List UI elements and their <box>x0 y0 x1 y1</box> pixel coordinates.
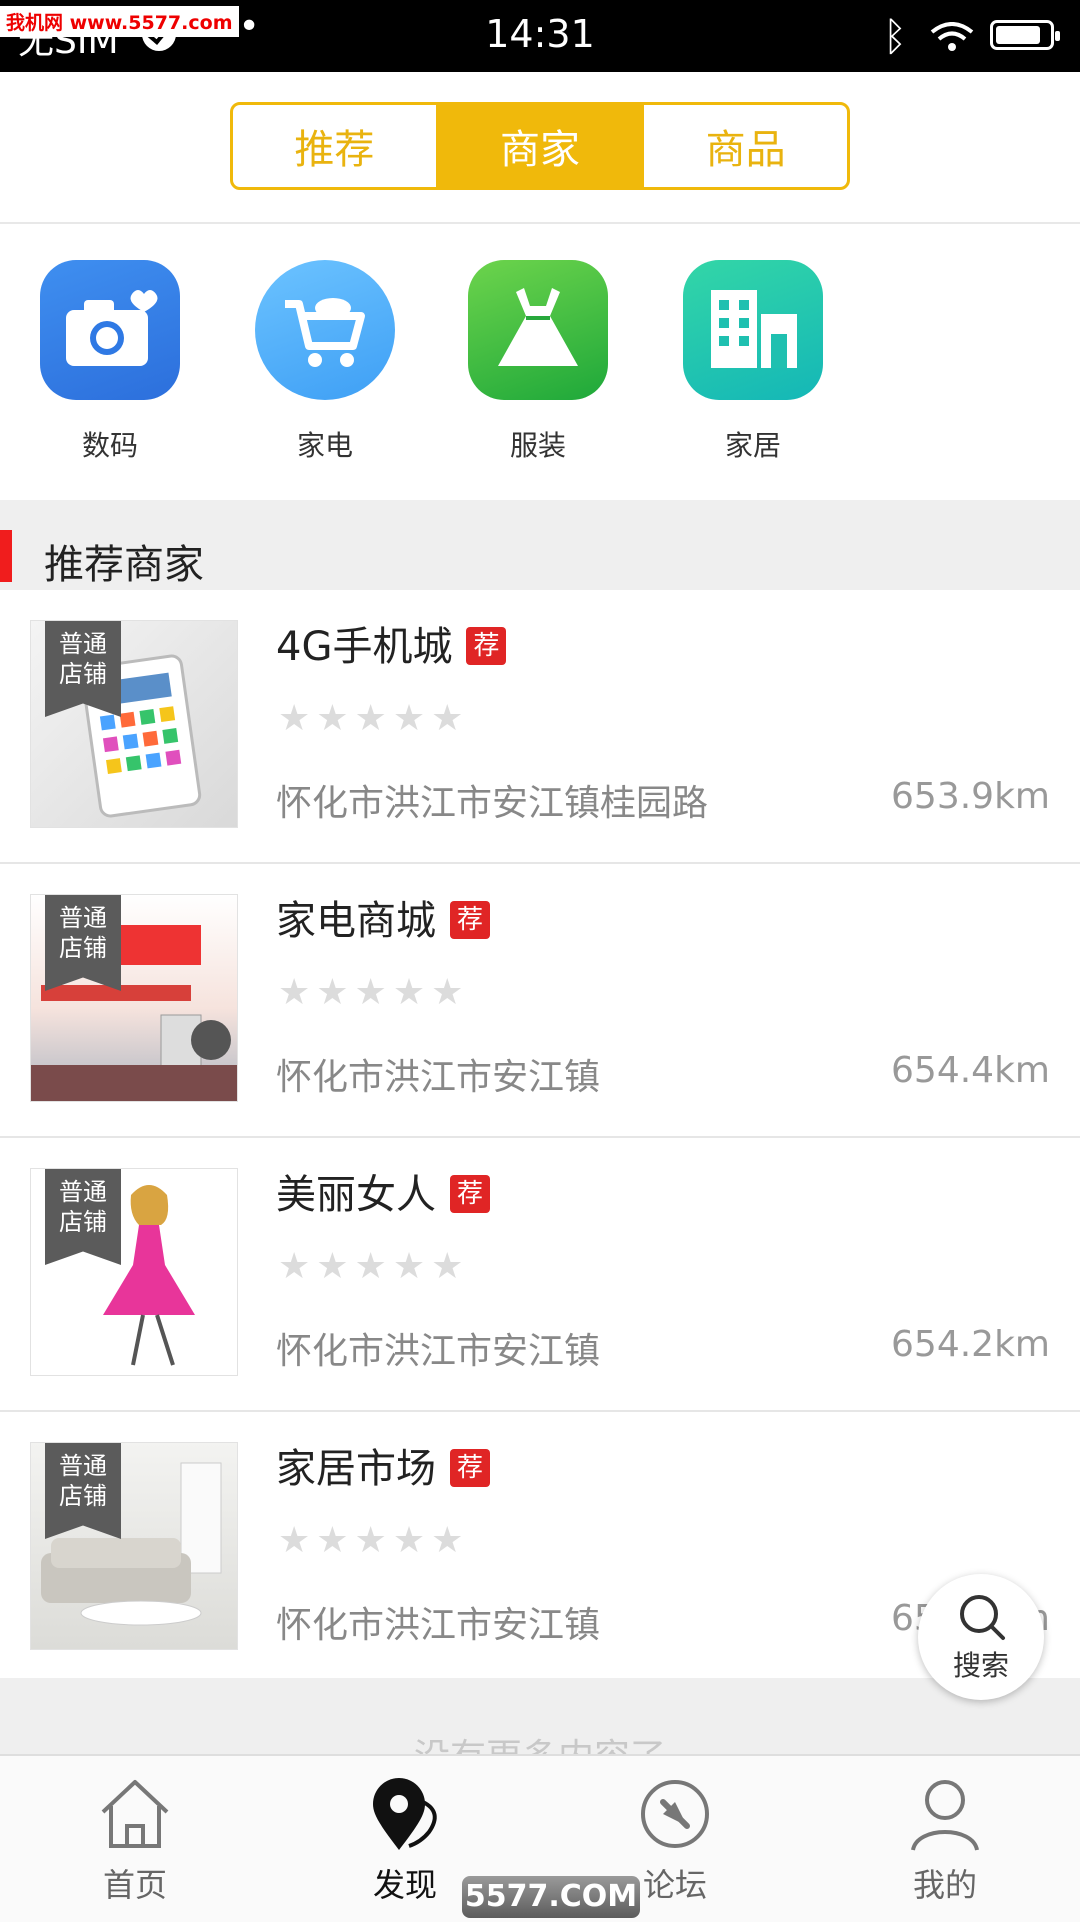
recommend-badge: 荐 <box>450 1175 491 1213</box>
store-type-ribbon: 普通 店铺 <box>45 895 121 991</box>
nav-home[interactable]: 首页 <box>0 1756 270 1922</box>
category-label: 家居 <box>724 429 781 462</box>
category-label: 数码 <box>81 429 138 462</box>
battery-icon <box>990 20 1060 50</box>
search-label: 搜索 <box>952 1649 1009 1682</box>
store-type-ribbon: 普通 店铺 <box>45 1443 121 1539</box>
merchant-row[interactable]: 普通 店铺 家电商城荐 ★★★★★ 怀化市洪江市安江镇 654.4km <box>0 864 1080 1138</box>
dress-icon <box>468 260 608 400</box>
rating-stars: ★★★★★ <box>278 972 470 1013</box>
nav-label: 首页 <box>102 1866 167 1904</box>
tab-recommend[interactable]: 推荐 <box>233 105 436 187</box>
merchant-address: 怀化市洪江市安江镇 <box>276 1331 601 1372</box>
category-appliance[interactable]: 家电 <box>245 260 405 464</box>
camera-icon <box>40 260 180 400</box>
merchant-name-text: 家电商城 <box>276 898 436 944</box>
merchant-distance: 654.4km <box>891 1050 1050 1091</box>
watermark-label: 我机网 www.5577.com <box>0 6 239 37</box>
recommend-badge: 荐 <box>450 901 491 939</box>
bluetooth-icon: ᛒ <box>883 14 907 60</box>
category-digital[interactable]: 数码 <box>30 260 190 464</box>
merchant-name-text: 家居市场 <box>276 1446 436 1492</box>
user-icon <box>911 1780 979 1851</box>
rating-stars: ★★★★★ <box>278 698 470 739</box>
merchant-row[interactable]: 普通 店铺 4G手机城荐 ★★★★★ 怀化市洪江市安江镇桂园路 653.9km <box>0 590 1080 864</box>
merchant-name-text: 美丽女人 <box>276 1172 436 1218</box>
store-type-ribbon: 普通 店铺 <box>45 621 121 717</box>
list-end-area: 没有更多内容了 <box>0 1678 1080 1754</box>
nav-profile[interactable]: 我的 <box>810 1756 1080 1922</box>
category-home[interactable]: 家居 <box>673 260 833 464</box>
segmented-control: 推荐 商家 商品 <box>230 102 850 190</box>
category-grid: 数码 家电 服装 家居 <box>0 224 1080 500</box>
merchant-thumbnail: 普通 店铺 <box>30 894 238 1102</box>
category-label: 家电 <box>296 429 353 462</box>
merchant-distance: 654.2km <box>891 1324 1050 1365</box>
store-type-ribbon: 普通 店铺 <box>45 1169 121 1265</box>
battery-level <box>996 26 1040 44</box>
home-icon <box>101 1780 169 1848</box>
rating-stars: ★★★★★ <box>278 1520 470 1561</box>
merchant-name: 4G手机城荐 <box>276 614 507 672</box>
tab-merchants[interactable]: 商家 <box>435 105 642 187</box>
tab-bar: 推荐 商家 商品 <box>0 72 1080 224</box>
rating-stars: ★★★★★ <box>278 1246 470 1287</box>
location-pin-icon <box>373 1778 437 1850</box>
section-accent-bar <box>0 530 12 582</box>
merchant-list: 普通 店铺 4G手机城荐 ★★★★★ 怀化市洪江市安江镇桂园路 653.9km 普… <box>0 590 1080 1684</box>
list-end-text: 没有更多内容了 <box>0 1728 1080 1754</box>
category-label: 服装 <box>509 429 566 462</box>
merchant-name: 家居市场荐 <box>276 1436 491 1494</box>
merchant-name-text: 4G手机城 <box>276 624 453 670</box>
category-clothing[interactable]: 服装 <box>458 260 618 464</box>
merchant-address: 怀化市洪江市安江镇桂园路 <box>276 783 709 824</box>
compass-icon <box>641 1780 709 1848</box>
merchant-address: 怀化市洪江市安江镇 <box>276 1605 601 1646</box>
merchant-name: 美丽女人荐 <box>276 1162 491 1220</box>
search-icon <box>960 1595 1005 1640</box>
section-title: 推荐商家 <box>44 542 204 588</box>
merchant-thumbnail: 普通 店铺 <box>30 1442 238 1650</box>
merchant-distance: 653.9km <box>891 776 1050 817</box>
merchant-name: 家电商城荐 <box>276 888 491 946</box>
wifi-icon <box>930 22 974 51</box>
site-logo: 5577.COM <box>462 1876 640 1918</box>
nav-label: 我的 <box>912 1866 977 1904</box>
recommend-badge: 荐 <box>466 627 507 665</box>
tab-products[interactable]: 商品 <box>641 105 847 187</box>
recommend-badge: 荐 <box>450 1449 491 1487</box>
floating-search-button[interactable]: 搜索 <box>918 1574 1044 1700</box>
building-icon <box>683 260 823 400</box>
cart-icon <box>255 260 395 400</box>
merchant-row[interactable]: 普通 店铺 美丽女人荐 ★★★★★ 怀化市洪江市安江镇 654.2km <box>0 1138 1080 1412</box>
merchant-thumbnail: 普通 店铺 <box>30 1168 238 1376</box>
merchant-thumbnail: 普通 店铺 <box>30 620 238 828</box>
merchant-address: 怀化市洪江市安江镇 <box>276 1057 601 1098</box>
